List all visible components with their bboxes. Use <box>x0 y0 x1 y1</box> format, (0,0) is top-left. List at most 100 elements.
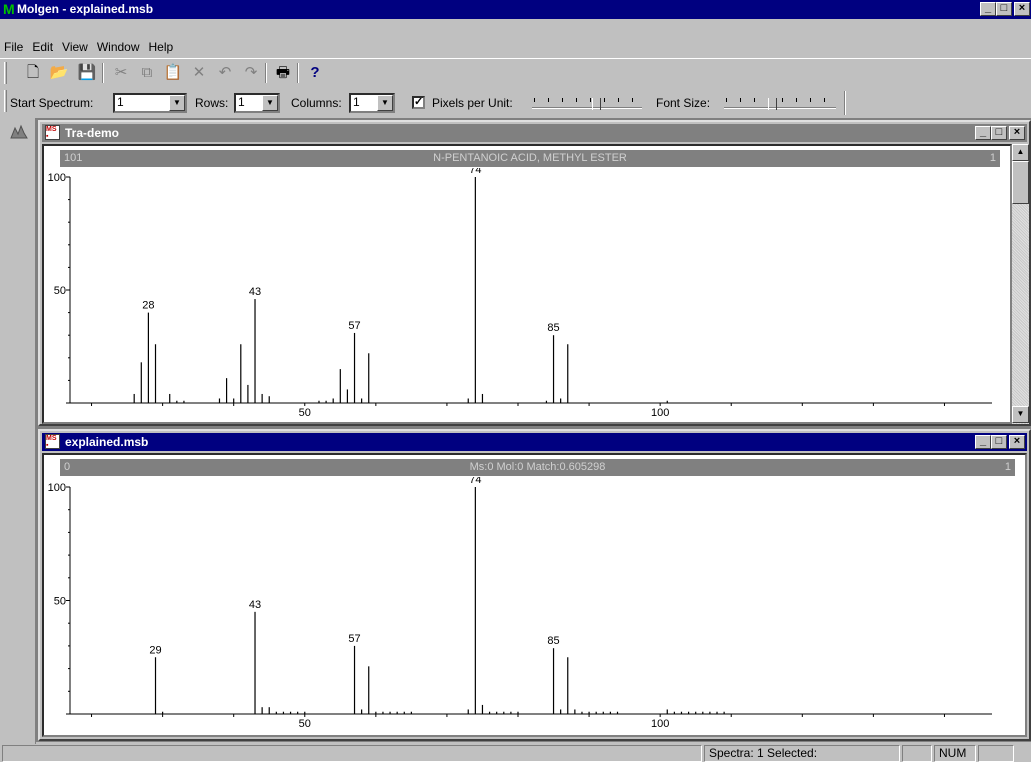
rows-combo[interactable]: 1 ▼ <box>234 93 280 113</box>
peak-label: 74 <box>469 477 481 486</box>
columns-label: Columns: <box>291 96 342 110</box>
font-size-slider[interactable] <box>724 95 836 111</box>
peak-label: 57 <box>348 633 360 645</box>
app-titlebar: M Molgen - explained.msb _ □ × <box>0 0 1031 19</box>
close-icon[interactable]: × <box>1009 435 1025 449</box>
menu-help[interactable]: Help <box>145 38 179 54</box>
peak-label: 57 <box>348 320 360 332</box>
pixels-per-unit-label: Pixels per Unit: <box>432 96 513 110</box>
columns-combo[interactable]: 1 ▼ <box>349 93 395 113</box>
open-icon[interactable]: 📂 <box>48 62 70 84</box>
x-tick-label: 100 <box>651 407 669 419</box>
view-toolbar: Start Spectrum: 1 ▼ Rows: 1 ▼ Columns: 1… <box>0 87 1031 117</box>
columns-value: 1 <box>353 95 360 109</box>
peak-label: 43 <box>249 286 261 298</box>
chevron-down-icon[interactable]: ▼ <box>169 95 185 111</box>
spectrum-index: 1 <box>1004 461 1011 473</box>
slider-thumb[interactable] <box>592 98 601 110</box>
scroll-down-icon[interactable]: ▼ <box>1012 406 1029 423</box>
spectrum-index: 1 <box>989 152 996 164</box>
peak-label: 28 <box>142 300 154 312</box>
new-icon[interactable]: 🗋 <box>22 62 44 84</box>
vertical-scrollbar[interactable]: ▲ ▼ <box>1012 144 1029 424</box>
x-tick-label: 50 <box>299 407 311 419</box>
menu-view[interactable]: View <box>58 38 93 54</box>
child-titlebar[interactable]: MS ▪ Tra-demo _ □ × <box>42 124 1027 142</box>
delete-icon[interactable]: ✕ <box>188 62 210 84</box>
copy-icon[interactable]: ⧉ <box>136 62 158 84</box>
rows-label: Rows: <box>195 96 229 110</box>
close-icon[interactable]: × <box>1014 2 1030 16</box>
spectrum-view-2: 0 Ms:0 Mol:0 Match:0.605298 1 50 100 50 100… <box>42 453 1027 737</box>
status-panel-empty <box>902 745 932 762</box>
peak-label: 29 <box>149 644 161 656</box>
font-size-label: Font Size: <box>656 96 711 110</box>
y-tick-label: 50 <box>54 285 66 297</box>
undo-icon[interactable]: ↶ <box>214 62 236 84</box>
mass-spectrum-chart[interactable]: 50 100 50 100 28 43 57 74 85 <box>44 168 1010 423</box>
left-tool-strip <box>0 118 36 744</box>
paste-icon[interactable]: 📋 <box>162 62 184 84</box>
status-panel-main <box>2 745 702 762</box>
status-num: NUM <box>934 745 976 762</box>
scroll-thumb[interactable] <box>1012 161 1029 204</box>
restore-icon[interactable]: □ <box>991 435 1007 449</box>
menu-bar: File Edit View Window Help <box>0 38 1031 58</box>
spectrum-view-1: 101 N-PENTANOIC ACID, METHYL ESTER 1 50 1… <box>42 144 1012 424</box>
child-title: explained.msb <box>65 435 149 449</box>
status-bar: Spectra: 1 Selected: NUM <box>0 744 1031 762</box>
print-icon[interactable]: 🖶 <box>272 62 294 84</box>
y-tick-label: 100 <box>48 172 66 184</box>
spectrum-tool-icon[interactable] <box>10 124 28 140</box>
peak-label: 43 <box>249 599 261 611</box>
spectrum-name: Ms:0 Mol:0 Match:0.605298 <box>469 461 606 473</box>
help-icon[interactable]: ? <box>304 62 326 84</box>
mdi-workspace: MS ▪ Tra-demo _ □ × 101 N-PENTANOIC ACID,… <box>36 118 1031 742</box>
cut-icon[interactable]: ✂ <box>110 62 132 84</box>
minimize-icon[interactable]: _ <box>975 126 991 140</box>
menu-edit[interactable]: Edit <box>28 38 58 54</box>
save-icon[interactable]: 💾 <box>76 62 98 84</box>
x-tick-label: 100 <box>651 718 669 730</box>
chevron-down-icon[interactable]: ▼ <box>377 95 393 111</box>
y-tick-label: 100 <box>48 482 66 494</box>
y-tick-label: 50 <box>54 596 66 608</box>
start-spectrum-label: Start Spectrum: <box>10 96 94 110</box>
spectrum-name: N-PENTANOIC ACID, METHYL ESTER <box>433 152 627 164</box>
toolbar-separator <box>297 63 299 83</box>
ms-document-icon[interactable]: MS ▪ <box>45 125 60 140</box>
toolbar-edge <box>844 91 846 115</box>
peak-label: 85 <box>547 635 559 647</box>
ms-document-icon[interactable]: MS ▪ <box>45 434 60 449</box>
molgen-app-icon[interactable]: M <box>3 1 15 17</box>
restore-icon[interactable]: □ <box>991 126 1007 140</box>
standard-toolbar: 🗋 📂 💾 ✂ ⧉ 📋 ✕ ↶ ↷ 🖶 ? <box>0 58 1031 86</box>
x-tick-label: 50 <box>299 718 311 730</box>
rows-value: 1 <box>238 95 245 109</box>
spectrum-window-tra-demo: MS ▪ Tra-demo _ □ × 101 N-PENTANOIC ACID,… <box>38 120 1031 426</box>
start-spectrum-combo[interactable]: 1 ▼ <box>113 93 187 113</box>
toolbar-grip[interactable] <box>4 90 7 112</box>
redo-icon[interactable]: ↷ <box>240 62 262 84</box>
minimize-icon[interactable]: _ <box>980 2 996 16</box>
toolbar-grip[interactable] <box>4 62 7 84</box>
slider-thumb[interactable] <box>768 98 777 110</box>
spectrum-header: 0 Ms:0 Mol:0 Match:0.605298 1 <box>60 459 1015 476</box>
spectrum-header: 101 N-PENTANOIC ACID, METHYL ESTER 1 <box>60 150 1000 167</box>
chevron-down-icon[interactable]: ▼ <box>262 95 278 111</box>
status-panel-empty <box>978 745 1014 762</box>
spectrum-window-explained: MS ▪ explained.msb _ □ × 0 Ms:0 Mol:0 Mat… <box>38 429 1031 741</box>
close-icon[interactable]: × <box>1009 126 1025 140</box>
menu-file[interactable]: File <box>0 38 28 54</box>
pixels-per-unit-slider[interactable] <box>532 95 642 111</box>
peak-label: 85 <box>547 322 559 334</box>
menu-window[interactable]: Window <box>93 38 145 54</box>
child-titlebar[interactable]: MS ▪ explained.msb _ □ × <box>42 433 1027 451</box>
restore-icon[interactable]: □ <box>996 2 1012 16</box>
pixels-per-unit-checkbox[interactable]: ✓ <box>412 96 425 109</box>
app-title: Molgen - explained.msb <box>17 2 154 16</box>
child-title: Tra-demo <box>65 126 120 140</box>
mass-spectrum-chart[interactable]: 50 100 50 100 29 43 57 74 85 <box>44 477 1025 735</box>
scroll-up-icon[interactable]: ▲ <box>1012 144 1029 161</box>
minimize-icon[interactable]: _ <box>975 435 991 449</box>
